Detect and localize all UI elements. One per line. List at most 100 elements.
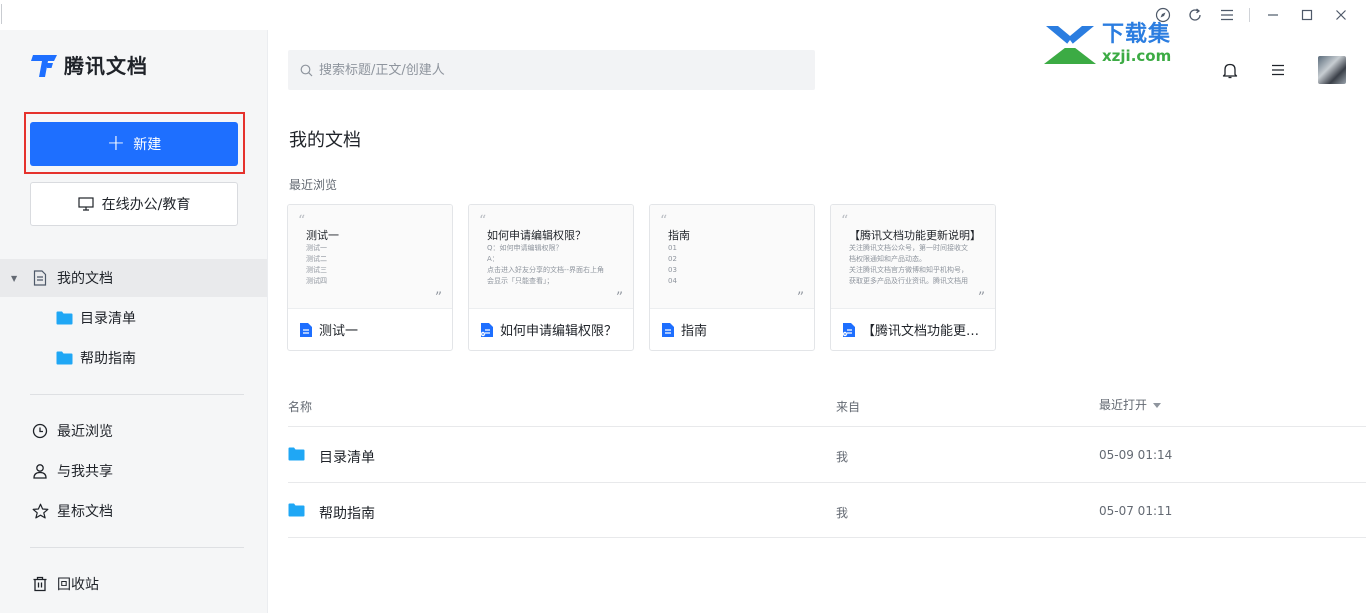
folder-icon [55, 349, 73, 367]
open-quote-icon: “ [660, 213, 668, 229]
card-footer: 【腾讯文档功能更新说明】 [831, 309, 995, 350]
watermark-text: 下载集 xzji.com [1102, 22, 1172, 66]
preview-line: 01 [668, 244, 677, 252]
card-filename: 如何申请编辑权限？ [500, 324, 618, 339]
sidebar-item-my-docs[interactable]: ▼ 我的文档 [0, 259, 267, 297]
open-quote-icon: “ [841, 213, 849, 229]
card-filename: 测试一 [319, 324, 359, 339]
sidebar-item-label: 最近浏览 [57, 424, 113, 440]
open-quote-icon: “ [298, 213, 306, 229]
clock-icon [31, 422, 49, 440]
search-icon [300, 64, 313, 76]
menu-icon[interactable] [1211, 0, 1243, 30]
preview-title: 如何申请编辑权限？ [487, 229, 586, 242]
recent-section-label: 最近浏览 [289, 178, 338, 192]
sidebar-item-recent[interactable]: 最近浏览 [0, 412, 267, 450]
card-filename: 指南 [681, 324, 708, 339]
close-quote-icon: ” [615, 290, 623, 306]
sidebar-item-label: 星标文档 [57, 504, 113, 520]
search-bar[interactable] [288, 50, 815, 90]
row-name[interactable]: 目录清单 [319, 447, 375, 467]
monitor-icon [78, 197, 94, 211]
doc-icon [300, 322, 312, 337]
trash-icon [31, 575, 49, 593]
recent-doc-card[interactable]: “ 测试一 测试一 测试二 测试三 测试四 ” 测试一 [287, 204, 453, 351]
row-from: 我 [836, 450, 849, 464]
watermark-cn: 下载集 [1102, 22, 1172, 47]
column-header-from[interactable]: 来自 [836, 398, 860, 415]
card-preview: “ 指南 01 02 03 04 ” [650, 205, 814, 309]
sidebar-folder-catalog[interactable]: 目录清单 [0, 299, 267, 337]
app-logo[interactable]: 腾讯文档 [30, 50, 148, 79]
office-education-button[interactable]: 在线办公/教育 [30, 182, 238, 226]
close-quote-icon: ” [434, 290, 442, 306]
preview-line: 03 [668, 266, 677, 274]
sidebar-folder-help[interactable]: 帮助指南 [0, 339, 267, 377]
preview-line: Q：如何申请编辑权限？ [487, 244, 563, 252]
search-input[interactable] [319, 62, 799, 78]
plus-icon: + [106, 131, 126, 156]
card-footer: 测试一 [288, 309, 452, 350]
shared-doc-icon [842, 322, 855, 337]
preview-line: 点击进入好友分享的文档--界面右上角 [487, 266, 605, 274]
preview-line: 测试一 [306, 244, 327, 252]
sidebar-divider [30, 547, 244, 548]
preview-line: 获取更多产品及行业资讯。腾讯文档用 [849, 277, 968, 285]
document-icon [31, 269, 49, 287]
new-button[interactable]: + 新建 [30, 122, 238, 166]
folder-icon [55, 309, 73, 327]
caret-down-icon[interactable]: ▼ [11, 274, 17, 283]
new-button-label: 新建 [133, 137, 162, 153]
preview-line: A： [487, 255, 499, 263]
avatar[interactable] [1318, 56, 1346, 84]
preview-line: 档权限通知和产品动态。 [849, 255, 926, 263]
logo-icon [31, 54, 57, 77]
sidebar-item-label: 与我共享 [57, 464, 113, 480]
sidebar-item-label: 目录清单 [80, 311, 136, 327]
preview-line: 测试二 [306, 255, 327, 263]
sidebar-item-label: 帮助指南 [80, 351, 136, 367]
card-filename: 【腾讯文档功能更新说明】 [862, 324, 987, 339]
list-divider [288, 426, 1366, 427]
recent-doc-card[interactable]: “ 指南 01 02 03 04 ” 指南 [649, 204, 815, 351]
card-preview: “ 如何申请编辑权限？ Q：如何申请编辑权限？ A： 点击进入好友分享的文档--… [469, 205, 633, 309]
sort-down-icon[interactable] [1153, 403, 1162, 408]
window-controls [1256, 0, 1358, 30]
table-row[interactable]: 目录清单 我 05-09 01:14 [288, 428, 1366, 483]
sidebar-item-trash[interactable]: 回收站 [0, 565, 267, 603]
sidebar-item-starred[interactable]: 星标文档 [0, 492, 267, 530]
recent-doc-card[interactable]: “ 【腾讯文档功能更新说明】 关注腾讯文档公众号，第一时间接收文 档权限通知和产… [830, 204, 996, 351]
watermark-icon [1044, 26, 1096, 64]
close-icon[interactable] [1324, 0, 1358, 30]
sidebar: 腾讯文档 + 新建 在线办公/教育 ▼ 我的文档 目录清单 帮助指南 最近浏览 … [0, 30, 268, 613]
row-from: 我 [836, 506, 849, 520]
column-header-name[interactable]: 名称 [288, 398, 312, 415]
shared-doc-icon [480, 322, 493, 337]
preview-title: 【腾讯文档功能更新说明】 [849, 229, 981, 242]
folder-icon [288, 446, 305, 465]
maximize-icon[interactable] [1290, 0, 1324, 30]
doc-icon [662, 322, 674, 337]
bell-icon[interactable] [1214, 56, 1246, 84]
sidebar-divider [30, 394, 244, 395]
row-name[interactable]: 帮助指南 [319, 503, 375, 523]
column-header-opened[interactable]: 最近打开 [1099, 396, 1162, 413]
person-icon [31, 462, 49, 480]
list-menu-icon[interactable] [1262, 56, 1294, 84]
row-opened-time: 05-09 01:14 [1099, 448, 1173, 462]
open-quote-icon: “ [479, 213, 487, 229]
watermark-en: xzji.com [1102, 47, 1172, 65]
close-quote-icon: ” [796, 290, 804, 306]
preview-title: 指南 [668, 229, 690, 242]
app-window: 腾讯文档 + 新建 在线办公/教育 ▼ 我的文档 目录清单 帮助指南 最近浏览 … [0, 0, 1366, 613]
refresh-icon[interactable] [1179, 0, 1211, 30]
preview-line: 关注腾讯文档官方微博和知乎机构号， [849, 266, 968, 274]
minimize-icon[interactable] [1256, 0, 1290, 30]
table-row[interactable]: 帮助指南 我 05-07 01:11 [288, 484, 1366, 539]
sidebar-item-shared[interactable]: 与我共享 [0, 452, 267, 490]
row-opened-time: 05-07 01:11 [1099, 504, 1173, 518]
column-header-opened-label: 最近打开 [1099, 398, 1148, 412]
sidebar-item-label: 我的文档 [57, 271, 113, 287]
preview-line: 02 [668, 255, 677, 263]
recent-doc-card[interactable]: “ 如何申请编辑权限？ Q：如何申请编辑权限？ A： 点击进入好友分享的文档--… [468, 204, 634, 351]
